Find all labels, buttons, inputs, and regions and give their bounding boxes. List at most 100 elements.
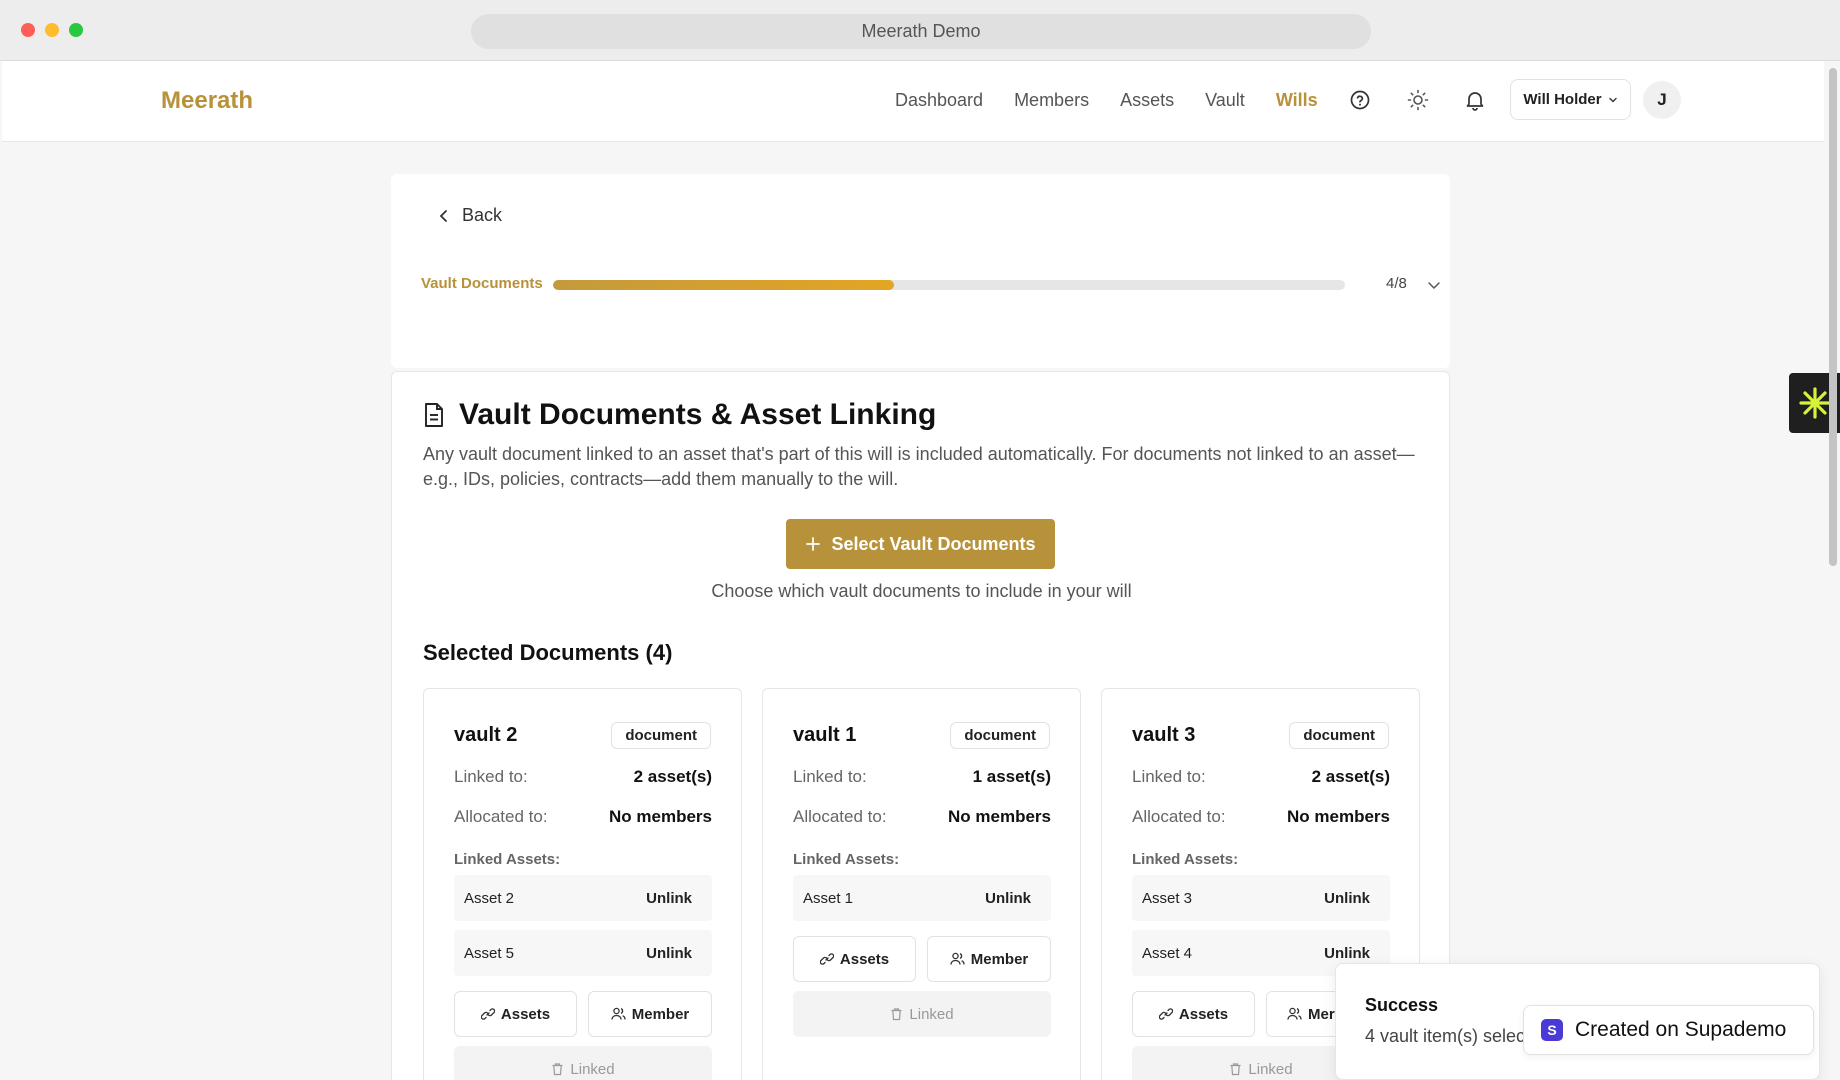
section-title-text: Vault Documents & Asset Linking (459, 398, 937, 431)
allocated-to-value: No members (1287, 807, 1390, 826)
allocate-member-label: Member (631, 1005, 690, 1023)
link-icon (819, 953, 834, 965)
asset-name: Asset 1 (803, 890, 854, 907)
document-card: vault 1 document Linked to: 1 asset(s) A… (762, 688, 1081, 1080)
selected-documents-title: Selected Documents (4) (423, 640, 673, 665)
asset-name: Asset 4 (1142, 945, 1193, 962)
wizard-header-card: Back Vault Documents 4/8 (391, 174, 1450, 368)
linked-asset-row: Asset 5 Unlink (454, 930, 712, 976)
supademo-badge[interactable]: S Created on Supademo (1523, 1005, 1814, 1055)
linked-assets-label: Linked Assets: (454, 851, 561, 868)
user-role-label: Will Holder (1523, 91, 1602, 108)
document-name: vault 1 (793, 724, 857, 746)
maximize-window-button[interactable] (69, 23, 83, 37)
page-scrollbar-thumb[interactable] (1829, 68, 1837, 566)
progress-count: 4/8 (1386, 275, 1407, 292)
users-icon (1287, 1007, 1302, 1020)
chevron-down-icon (1608, 97, 1617, 102)
linked-to-value: 2 asset(s) (1311, 767, 1390, 786)
chevron-left-icon (439, 209, 447, 222)
nav-link-dashboard[interactable]: Dashboard (895, 90, 983, 111)
toast-title: Success (1365, 995, 1439, 1015)
nav-link-assets[interactable]: Assets (1120, 90, 1174, 111)
document-card: vault 2 document Linked to: 2 asset(s) A… (423, 688, 742, 1080)
users-icon (611, 1007, 626, 1020)
link-assets-label: Assets (500, 1005, 551, 1023)
linked-asset-row: Asset 2 Unlink (454, 875, 712, 921)
allocated-to-label: Allocated to: (454, 807, 548, 826)
users-icon (950, 952, 965, 965)
user-avatar[interactable]: J (1643, 81, 1681, 119)
unlink-button[interactable]: Unlink (646, 890, 692, 907)
linked-status-button[interactable]: Linked (793, 991, 1051, 1037)
asset-name: Asset 3 (1142, 890, 1193, 907)
nav-link-members[interactable]: Members (1014, 90, 1089, 111)
allocated-to-value: No members (948, 807, 1051, 826)
link-assets-button[interactable]: Assets (454, 991, 577, 1037)
linked-to-label: Linked to: (454, 767, 528, 786)
link-assets-label: Assets (839, 950, 890, 968)
allocate-member-button[interactable]: Member (927, 936, 1051, 982)
address-bar[interactable]: Meerath Demo (471, 14, 1371, 49)
back-button[interactable]: Back (438, 205, 502, 226)
progress-bar-fill (553, 280, 894, 290)
unlink-button[interactable]: Unlink (1324, 890, 1370, 907)
link-assets-button[interactable]: Assets (793, 936, 916, 982)
step-progress: Vault Documents 4/8 (421, 275, 1440, 295)
select-vault-documents-button[interactable]: Select Vault Documents (786, 519, 1055, 569)
unlink-button[interactable]: Unlink (985, 890, 1031, 907)
linked-assets-label: Linked Assets: (793, 851, 900, 868)
linked-status-button[interactable]: Linked (454, 1046, 712, 1080)
trash-icon (891, 1008, 902, 1021)
asset-name: Asset 2 (464, 890, 515, 907)
nav-link-wills[interactable]: Wills (1276, 90, 1318, 111)
theme-toggle-icon[interactable] (1406, 88, 1430, 112)
linked-to-label: Linked to: (793, 767, 867, 786)
title-bar: Meerath Demo (0, 0, 1840, 61)
document-type-badge: document (1289, 722, 1389, 749)
close-window-button[interactable] (21, 23, 35, 37)
document-type-badge: document (950, 722, 1050, 749)
browser-window: Meerath Demo Meerath Dashboard Members A… (0, 0, 1840, 1080)
allocate-member-label: Member (970, 950, 1029, 968)
unlink-button[interactable]: Unlink (1324, 945, 1370, 962)
app-logo[interactable]: Meerath (161, 87, 253, 115)
user-role-select[interactable]: Will Holder (1510, 79, 1631, 120)
top-navigation: Meerath Dashboard Members Assets Vault W… (2, 61, 1824, 142)
nav-links: Dashboard Members Assets Vault Wills (895, 90, 1349, 111)
progress-step-label: Vault Documents (421, 275, 543, 292)
linked-status-label: Linked (570, 1060, 615, 1078)
linked-to-value: 1 asset(s) (972, 767, 1051, 786)
notifications-bell-icon[interactable] (1463, 88, 1487, 112)
choose-hint: Choose which vault documents to include … (711, 581, 1132, 601)
nav-link-vault[interactable]: Vault (1205, 90, 1245, 111)
linked-to-value: 2 asset(s) (633, 767, 712, 786)
document-type-badge: document (611, 722, 711, 749)
unlink-button[interactable]: Unlink (646, 945, 692, 962)
linked-status-label: Linked (909, 1005, 954, 1023)
link-icon (1158, 1008, 1173, 1020)
document-name: vault 2 (454, 724, 518, 746)
linked-assets-label: Linked Assets: (1132, 851, 1239, 868)
link-assets-button[interactable]: Assets (1132, 991, 1255, 1037)
back-label: Back (462, 205, 503, 225)
link-icon (480, 1008, 495, 1020)
allocated-to-label: Allocated to: (793, 807, 887, 826)
allocate-member-label: Mer (1308, 1005, 1335, 1023)
trash-icon (552, 1063, 563, 1076)
select-vault-documents-label: Select Vault Documents (831, 533, 1036, 554)
chevron-down-icon[interactable] (1426, 277, 1442, 293)
help-icon[interactable] (1348, 88, 1372, 112)
allocate-member-button[interactable]: Member (588, 991, 712, 1037)
trash-icon (1230, 1063, 1241, 1076)
allocated-to-label: Allocated to: (1132, 807, 1226, 826)
progress-bar (553, 280, 1345, 290)
allocated-to-value: No members (609, 807, 712, 826)
linked-asset-row: Asset 1 Unlink (793, 875, 1051, 921)
document-icon (425, 403, 443, 427)
supademo-logo-icon: S (1541, 1019, 1563, 1041)
document-name: vault 3 (1132, 724, 1196, 746)
asset-name: Asset 5 (464, 945, 515, 962)
minimize-window-button[interactable] (45, 23, 59, 37)
linked-status-label: Linked (1248, 1060, 1293, 1078)
